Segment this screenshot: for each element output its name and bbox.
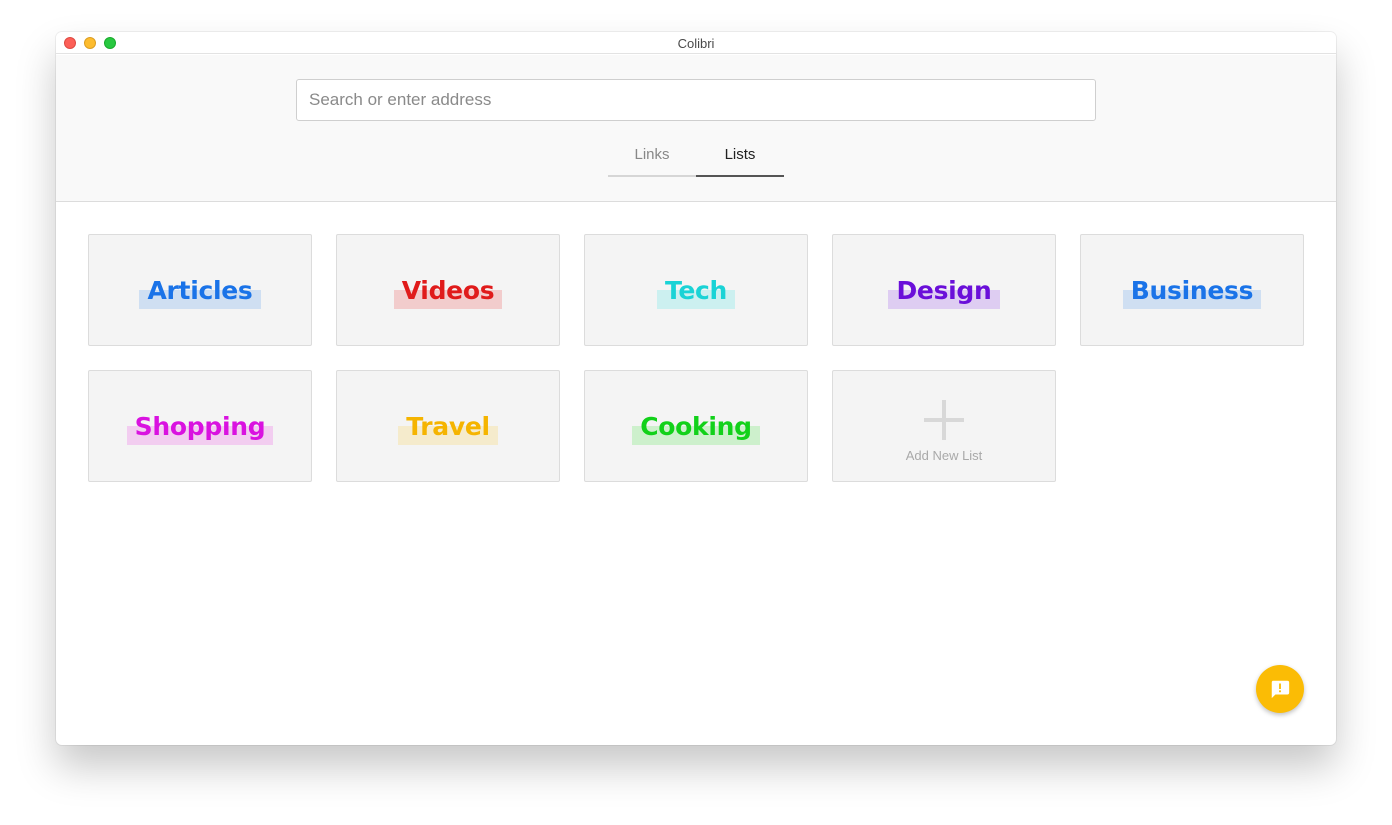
list-card-label: Travel <box>398 414 498 445</box>
list-card-label: Tech <box>656 278 736 309</box>
list-card-label: Shopping <box>126 414 274 445</box>
list-card-label: Design <box>888 278 1000 309</box>
window-title: Colibri <box>677 36 715 51</box>
list-card-travel[interactable]: Travel <box>336 370 560 482</box>
list-card-business[interactable]: Business <box>1080 234 1304 346</box>
search-input[interactable] <box>296 79 1096 121</box>
feedback-icon <box>1271 680 1290 699</box>
list-card-articles[interactable]: Articles <box>88 234 312 346</box>
plus-icon <box>924 399 964 440</box>
list-card-cooking[interactable]: Cooking <box>584 370 808 482</box>
header: Links Lists <box>56 55 1336 202</box>
title-bar: Colibri <box>56 32 1336 54</box>
list-card-tech[interactable]: Tech <box>584 234 808 346</box>
tab-bar: Links Lists <box>608 141 784 177</box>
list-card-design[interactable]: Design <box>832 234 1056 346</box>
tab-lists[interactable]: Lists <box>696 141 784 177</box>
list-card-label: Cooking <box>632 414 760 445</box>
app-window: Colibri Links Lists Articles Videos Tech… <box>56 32 1336 745</box>
feedback-button[interactable] <box>1256 665 1304 713</box>
list-card-label: Videos <box>393 278 503 309</box>
list-card-label: Business <box>1122 278 1262 309</box>
add-new-list-button[interactable]: Add New List <box>832 370 1056 482</box>
list-card-label: Articles <box>139 278 261 309</box>
list-card-shopping[interactable]: Shopping <box>88 370 312 482</box>
list-card-videos[interactable]: Videos <box>336 234 560 346</box>
tab-links[interactable]: Links <box>608 141 696 177</box>
add-new-list-label: Add New List <box>905 447 983 463</box>
